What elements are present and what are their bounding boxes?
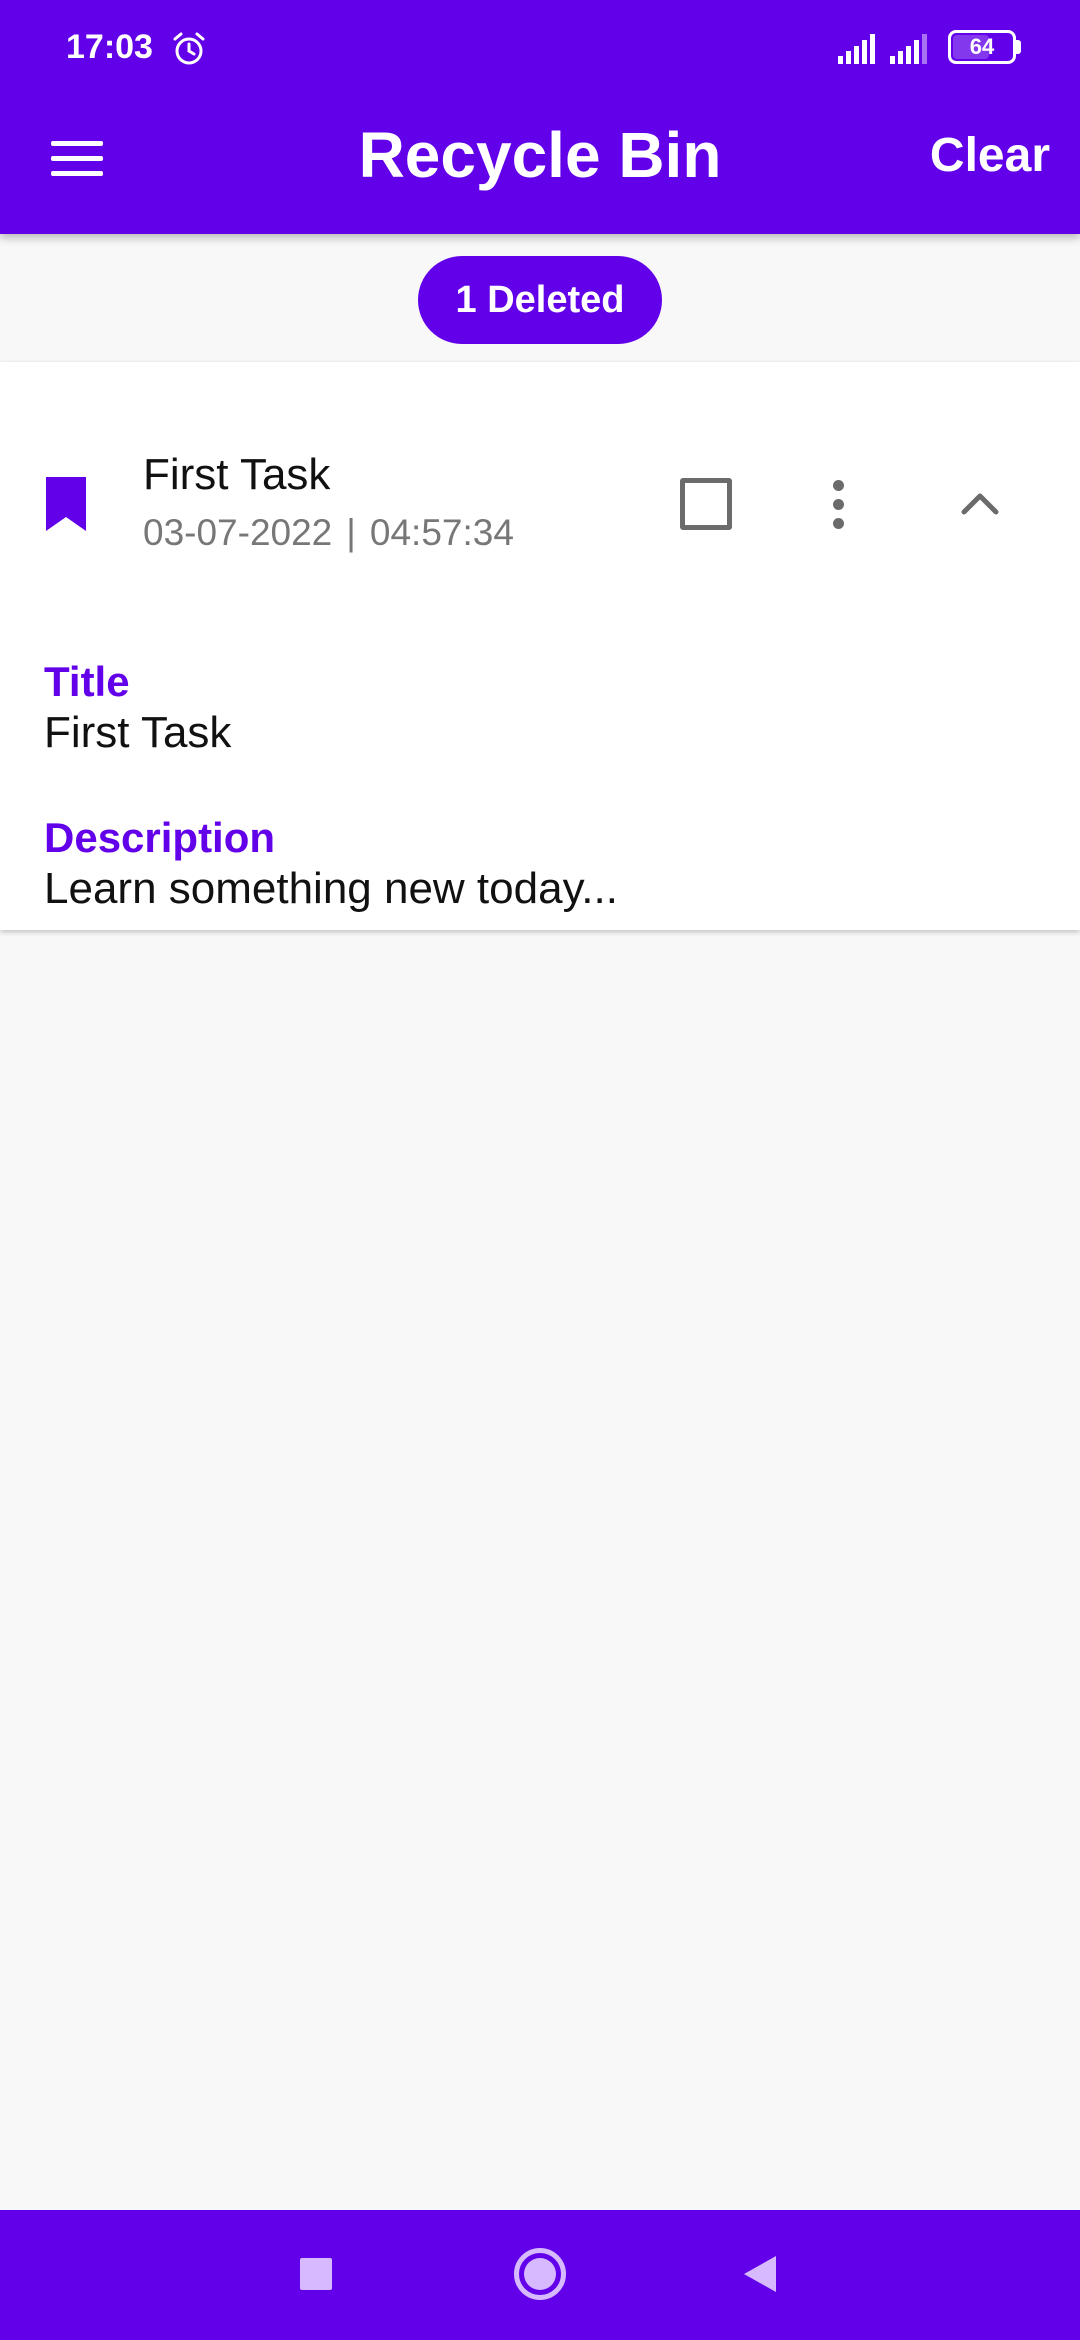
task-title: First Task bbox=[143, 450, 331, 499]
chevron-up-icon[interactable] bbox=[958, 482, 1002, 526]
title-value: First Task bbox=[44, 708, 232, 757]
signal-bars-icon bbox=[838, 34, 875, 64]
recycle-bin-screen: 17:03 64 Recycle Bin Clear 1 Deleted Fir… bbox=[0, 0, 1080, 2340]
menu-button[interactable] bbox=[30, 120, 124, 196]
task-date: 03-07-2022 bbox=[143, 512, 333, 553]
task-card[interactable]: First Task 03-07-2022 | 04:57:34 Title Fir… bbox=[0, 362, 1080, 930]
more-options-button[interactable] bbox=[818, 472, 858, 536]
triangle-back-icon[interactable] bbox=[742, 2254, 778, 2294]
battery-tip bbox=[1016, 40, 1021, 54]
description-value: Learn something new today... bbox=[44, 864, 618, 913]
more-dot bbox=[832, 498, 844, 510]
alarm-clock-icon bbox=[173, 32, 205, 65]
more-dot bbox=[832, 517, 844, 529]
description-label: Description bbox=[44, 814, 276, 861]
status-time: 17:03 bbox=[66, 28, 153, 66]
bookmark-icon bbox=[46, 477, 86, 531]
signal-bars-icon bbox=[890, 34, 927, 64]
task-checkbox[interactable] bbox=[680, 478, 732, 530]
top-app-bar: 17:03 64 Recycle Bin Clear bbox=[0, 0, 1080, 234]
battery-level: 64 bbox=[969, 34, 995, 59]
system-navigation-bar bbox=[0, 2210, 1080, 2340]
square-recents-icon[interactable] bbox=[300, 2258, 332, 2290]
timestamp-separator: | bbox=[346, 512, 356, 553]
deleted-count-chip[interactable]: 1 Deleted bbox=[418, 256, 662, 344]
title-label: Title bbox=[44, 658, 130, 705]
home-inner-dot bbox=[524, 2258, 556, 2290]
battery-indicator: 64 bbox=[948, 30, 1016, 64]
more-vertical-icon bbox=[832, 479, 844, 491]
hamburger-menu-icon bbox=[51, 140, 103, 146]
task-time: 04:57:34 bbox=[369, 512, 514, 553]
hamburger-line bbox=[51, 155, 103, 161]
hamburger-line bbox=[51, 170, 103, 176]
clear-button[interactable]: Clear bbox=[930, 128, 1050, 183]
task-timestamp: 03-07-2022 | 04:57:34 bbox=[143, 512, 514, 554]
circle-home-icon[interactable] bbox=[514, 2248, 566, 2300]
page-title: Recycle Bin bbox=[358, 119, 722, 191]
